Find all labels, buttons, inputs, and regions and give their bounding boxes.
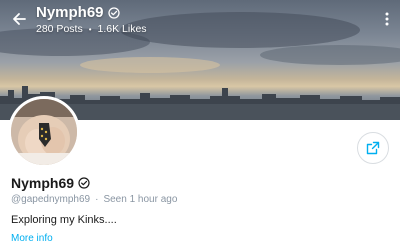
stats-separator: • [88,24,92,34]
avatar[interactable] [8,96,80,168]
verified-badge-icon [78,177,90,189]
profile-name: Nymph69 [11,175,75,191]
share-icon [366,141,380,155]
profile-bio: Exploring my Kinks.... [11,214,117,226]
profile-handle: @gapednymph69 [11,194,91,205]
back-button[interactable] [6,6,32,32]
top-bar: Nymph69 280 Posts • 1.6K Likes [0,0,400,44]
profile-name-row: Nymph69 [11,175,90,191]
avatar-photo [11,99,77,165]
more-vertical-icon [385,12,389,26]
likes-count: 1.6K Likes [97,23,147,35]
more-options-button[interactable] [380,8,394,30]
header-title: Nymph69 [36,4,104,21]
profile-meta: @gapednymph69 · Seen 1 hour ago [11,194,177,205]
verified-badge-icon [107,6,120,19]
header-title-row: Nymph69 [36,4,120,21]
header-stats: 280 Posts • 1.6K Likes [36,23,147,35]
posts-count: 280 Posts [36,23,83,35]
meta-separator: · [95,194,99,205]
arrow-left-icon [13,13,26,25]
last-seen: Seen 1 hour ago [103,194,178,205]
share-button[interactable] [357,132,389,164]
more-info-link[interactable]: More info [11,233,53,244]
